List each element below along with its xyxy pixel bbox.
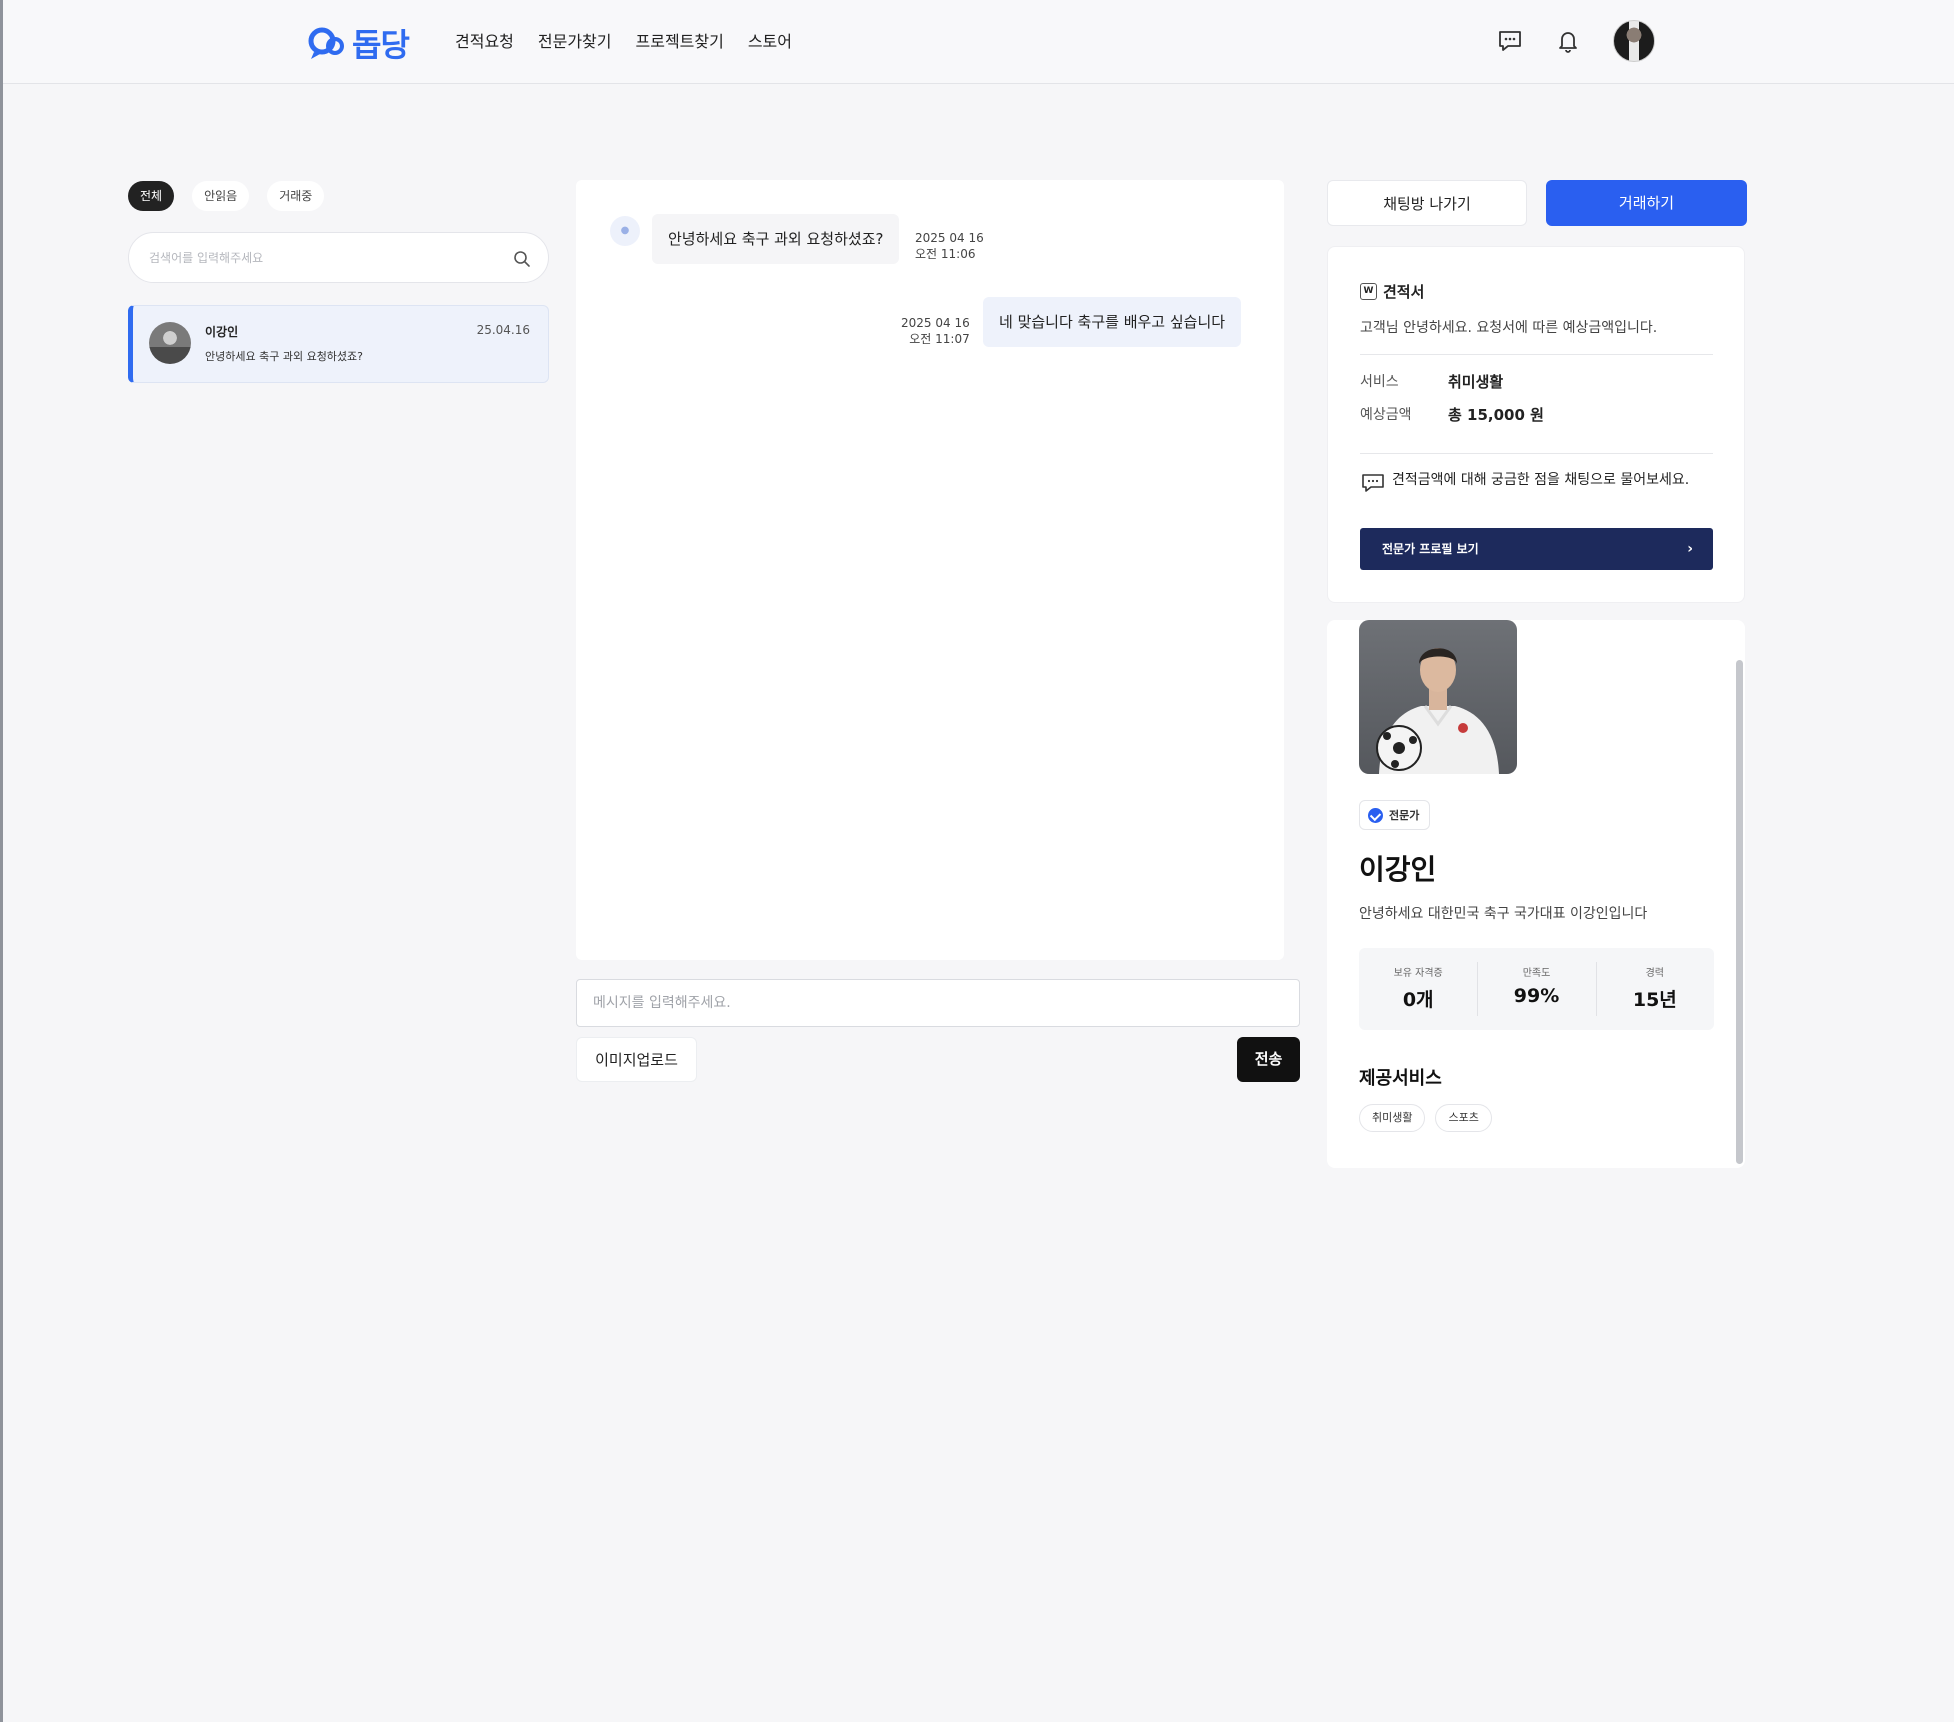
- stat-satisfaction: 만족도 99%: [1477, 948, 1595, 1030]
- message-date: 2025 04 16: [901, 316, 970, 330]
- quote-service-row: 서비스 취미생활: [1360, 371, 1503, 392]
- profile-button-label: 전문가 프로필 보기: [1382, 542, 1479, 556]
- quote-greeting: 고객님 안녕하세요. 요청서에 따른 예상금액입니다.: [1360, 320, 1658, 336]
- stat-value: 0개: [1402, 989, 1434, 1011]
- service-label: 서비스: [1360, 374, 1399, 390]
- nav-item-store[interactable]: 스토어: [748, 28, 792, 52]
- message-date: 2025 04 16: [915, 231, 984, 245]
- quote-note-text: 견적금액에 대해 궁금한 점을 채팅으로 물어보세요.: [1392, 472, 1690, 488]
- quote-note: 견적금액에 대해 궁금한 점을 채팅으로 물어보세요.: [1360, 471, 1715, 495]
- chat-search: [128, 232, 549, 283]
- verified-check-icon: [1368, 807, 1383, 823]
- services-title: 제공서비스: [1359, 1068, 1442, 1089]
- chat-bubble-icon: [1362, 474, 1384, 492]
- message-timestamp: 2025 04 16 오전 11:07: [901, 315, 970, 347]
- chat-date: 25.04.16: [476, 323, 530, 337]
- document-icon: W: [1360, 283, 1377, 300]
- expert-photo-illustration: [1376, 648, 1499, 774]
- expert-badge: 전문가: [1359, 800, 1431, 830]
- price-value: 총 15,000 원: [1448, 406, 1544, 424]
- view-expert-profile-button[interactable]: 전문가 프로필 보기 ›: [1360, 528, 1713, 570]
- message-time: 오전 11:07: [909, 332, 970, 346]
- filter-in-deal[interactable]: 거래중: [267, 181, 325, 211]
- stat-certificates: 보유 자격증 0개: [1359, 948, 1477, 1030]
- service-value: 취미생활: [1448, 373, 1504, 391]
- divider: [1360, 453, 1713, 454]
- search-icon[interactable]: [512, 249, 532, 269]
- avatar: [149, 322, 191, 364]
- stat-value: 99%: [1513, 985, 1560, 1007]
- leave-chat-button[interactable]: 채팅방 나가기: [1327, 180, 1527, 226]
- logo-text: 돕당: [352, 26, 410, 64]
- filter-all[interactable]: 전체: [128, 181, 175, 211]
- chat-preview: 안녕하세요 축구 과외 요청하셨죠?: [205, 350, 364, 363]
- quote-title-text: 견적서: [1383, 283, 1425, 301]
- stat-value: 15년: [1632, 989, 1677, 1011]
- nav-item-find-expert[interactable]: 전문가찾기: [538, 28, 612, 52]
- stat-label: 보유 자격증: [1393, 968, 1443, 979]
- filter-unread[interactable]: 안읽음: [192, 181, 250, 211]
- nav-item-quote-request[interactable]: 견적요청: [455, 28, 514, 52]
- message-time: 오전 11:06: [915, 247, 976, 261]
- main-nav: 견적요청 전문가찾기 프로젝트찾기 스토어: [455, 28, 792, 52]
- profile-scrollbar[interactable]: [1736, 660, 1743, 1164]
- service-tag[interactable]: 취미생활: [1359, 1104, 1426, 1132]
- chat-list-item[interactable]: 이강인 안녕하세요 축구 과외 요청하셨죠? 25.04.16: [128, 305, 549, 383]
- message-timestamp: 2025 04 16 오전 11:06: [915, 230, 984, 262]
- quote-card: W 견적서 고객님 안녕하세요. 요청서에 따른 예상금액입니다. 서비스 취미…: [1327, 246, 1745, 603]
- expert-intro: 안녕하세요 대한민국 축구 국가대표 이강인입니다: [1359, 906, 1648, 922]
- stat-label: 경력: [1645, 968, 1665, 979]
- window-edge: [0, 0, 3, 1722]
- message-bubble-outgoing: 네 맞습니다 축구를 배우고 싶습니다: [983, 297, 1242, 347]
- service-tag[interactable]: 스포츠: [1435, 1104, 1492, 1132]
- price-label: 예상금액: [1360, 407, 1412, 423]
- user-avatar[interactable]: [1613, 20, 1655, 62]
- sender-avatar: ●: [610, 216, 640, 246]
- stat-label: 만족도: [1522, 968, 1551, 979]
- chat-partner-name: 이강인: [205, 325, 239, 339]
- chat-filter-tabs: 전체 안읽음 거래중: [128, 181, 325, 211]
- message-bubble-incoming: 안녕하세요 축구 과외 요청하셨죠?: [652, 214, 900, 264]
- image-upload-button[interactable]: 이미지업로드: [576, 1037, 697, 1082]
- stat-experience: 경력 15년: [1595, 948, 1714, 1030]
- message-input[interactable]: [576, 979, 1300, 1027]
- expert-badge-text: 전문가: [1389, 809, 1420, 822]
- start-deal-button[interactable]: 거래하기: [1546, 180, 1747, 226]
- search-input[interactable]: [149, 247, 489, 269]
- expert-photo: [1359, 620, 1517, 774]
- expert-profile-card: 전문가 이강인 안녕하세요 대한민국 축구 국가대표 이강인입니다 보유 자격증…: [1327, 620, 1745, 1168]
- expert-name: 이강인: [1359, 853, 1437, 886]
- nav-item-find-project[interactable]: 프로젝트찾기: [636, 28, 724, 52]
- expert-stats: 보유 자격증 0개 만족도 99% 경력 15년: [1359, 948, 1714, 1030]
- send-button[interactable]: 전송: [1237, 1037, 1300, 1082]
- quote-title: W 견적서: [1360, 281, 1424, 302]
- chat-icon[interactable]: [1496, 27, 1524, 55]
- top-header: 돕당 견적요청 전문가찾기 프로젝트찾기 스토어: [3, 0, 1954, 84]
- divider: [1360, 354, 1713, 355]
- logo-icon: [308, 27, 344, 59]
- service-tags: 취미생활 스포츠: [1359, 1104, 1492, 1132]
- quote-price-row: 예상금액 총 15,000 원: [1360, 404, 1544, 425]
- message-area: ● 안녕하세요 축구 과외 요청하셨죠? 2025 04 16 오전 11:06…: [576, 180, 1284, 960]
- logo[interactable]: 돕당: [308, 20, 410, 66]
- bell-icon[interactable]: [1554, 27, 1582, 55]
- chevron-right-icon: ›: [1687, 541, 1693, 557]
